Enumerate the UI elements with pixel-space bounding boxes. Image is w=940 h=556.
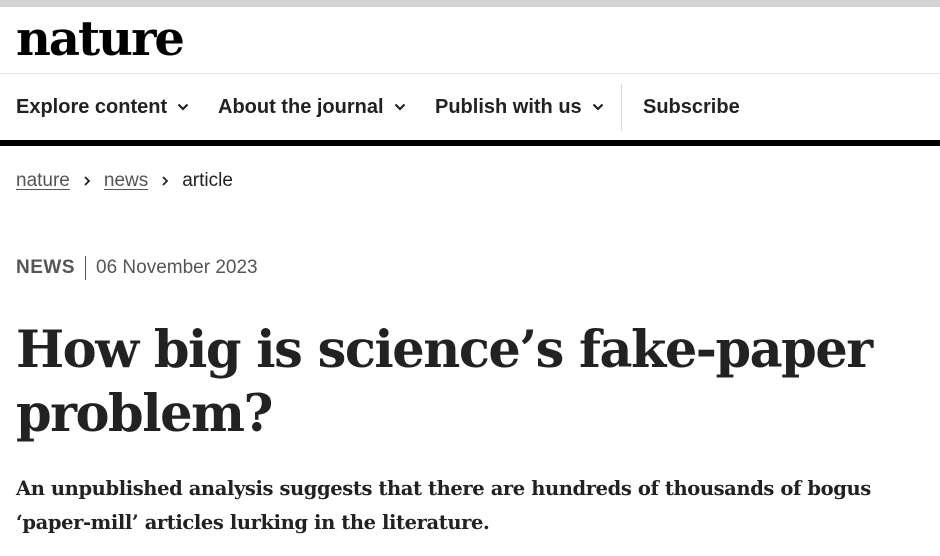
masthead: nature (0, 7, 940, 74)
nav-about-the-journal[interactable]: About the journal (218, 74, 406, 140)
nav-publish-with-us[interactable]: Publish with us (435, 74, 604, 140)
meta-divider (85, 256, 86, 280)
nav-explore-content[interactable]: Explore content (16, 74, 189, 140)
breadcrumb-article: article (182, 170, 233, 191)
browser-top-strip (0, 0, 940, 7)
breadcrumb-nature[interactable]: nature (16, 170, 70, 192)
chevron-down-icon (592, 103, 603, 111)
article-title: How big is science’s fake-paper problem? (16, 320, 873, 444)
nav-divider (621, 84, 622, 131)
article-type-label: NEWS (16, 257, 75, 278)
nav-item-label: Subscribe (643, 95, 740, 118)
article-standfirst: An unpublished analysis suggests that th… (16, 477, 871, 534)
nav-subscribe[interactable]: Subscribe (643, 74, 740, 140)
main-nav: Explore content About the journal Publis… (0, 74, 940, 146)
nature-logo[interactable]: nature (16, 13, 185, 65)
article-meta: NEWS 06 November 2023 (16, 256, 258, 280)
breadcrumb: nature news article (16, 170, 233, 192)
chevron-down-icon (394, 103, 405, 111)
chevron-down-icon (177, 103, 189, 111)
nav-item-label: Explore content (16, 95, 168, 118)
nav-item-label: About the journal (218, 95, 384, 118)
breadcrumb-news[interactable]: news (104, 170, 148, 192)
chevron-right-icon (84, 176, 91, 186)
chevron-right-icon (162, 176, 169, 186)
article-date: 06 November 2023 (96, 257, 258, 278)
nav-item-label: Publish with us (435, 95, 582, 118)
